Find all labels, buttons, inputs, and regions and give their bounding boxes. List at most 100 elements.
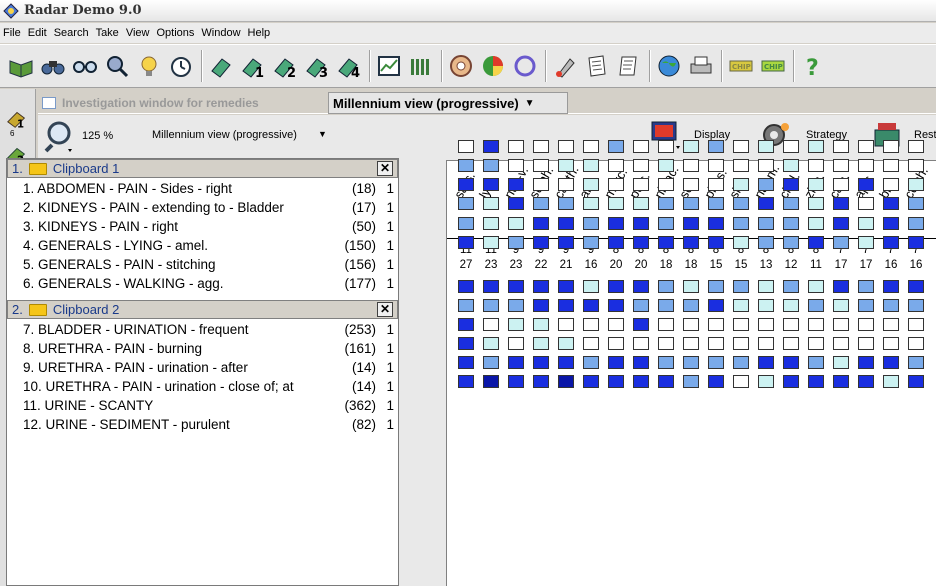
restrict-button[interactable]: Rest [872, 120, 936, 150]
grade-cell[interactable] [633, 356, 649, 369]
document-button[interactable] [614, 50, 644, 82]
grade-cell[interactable] [683, 318, 699, 331]
grade-cell[interactable] [683, 375, 699, 388]
grade-cell[interactable] [558, 197, 574, 210]
grade-cell[interactable] [808, 375, 824, 388]
grade-cell[interactable] [508, 337, 524, 350]
grade-cell[interactable] [558, 140, 574, 153]
grade-cell[interactable] [683, 159, 699, 172]
grade-cell[interactable] [558, 356, 574, 369]
grade-cell[interactable] [608, 299, 624, 312]
chip-button-1[interactable]: CHIP [726, 50, 756, 82]
grade-cell[interactable] [583, 217, 599, 230]
grade-cell[interactable] [683, 280, 699, 293]
clipboard-4-button[interactable]: 4 [334, 50, 364, 82]
grade-cell[interactable] [683, 337, 699, 350]
grade-cell[interactable] [808, 178, 824, 191]
grade-cell[interactable] [458, 178, 474, 191]
menu-edit[interactable]: Edit [25, 27, 51, 39]
grade-cell[interactable] [533, 197, 549, 210]
rubric-row[interactable]: 5. GENERALS - PAIN - stitching (156) 1 [23, 257, 398, 272]
grade-cell[interactable] [833, 236, 849, 249]
grade-cell[interactable] [783, 197, 799, 210]
grade-cell[interactable] [883, 217, 899, 230]
grade-cell[interactable] [508, 236, 524, 249]
grade-cell[interactable] [633, 318, 649, 331]
grade-cell[interactable] [633, 217, 649, 230]
grade-cell[interactable] [508, 140, 524, 153]
grade-cell[interactable] [583, 356, 599, 369]
grade-cell[interactable] [908, 236, 924, 249]
grade-cell[interactable] [883, 356, 899, 369]
grade-cell[interactable] [808, 236, 824, 249]
grade-cell[interactable] [758, 299, 774, 312]
pie-chart-button[interactable] [478, 50, 508, 82]
grade-cell[interactable] [808, 217, 824, 230]
graph-button[interactable] [374, 50, 404, 82]
grade-cell[interactable] [508, 280, 524, 293]
grade-cell[interactable] [908, 299, 924, 312]
grade-cell[interactable] [683, 197, 699, 210]
grade-cell[interactable] [883, 236, 899, 249]
grade-cell[interactable] [858, 337, 874, 350]
glasses-button[interactable] [70, 50, 100, 82]
grade-cell[interactable] [758, 375, 774, 388]
grade-cell[interactable] [908, 280, 924, 293]
grade-cell[interactable] [508, 178, 524, 191]
grade-cell[interactable] [558, 299, 574, 312]
grade-cell[interactable] [608, 356, 624, 369]
chip-button-2[interactable]: CHIP [758, 50, 788, 82]
close-icon[interactable]: ✕ [377, 302, 393, 317]
grade-cell[interactable] [908, 178, 924, 191]
grade-cell[interactable] [758, 236, 774, 249]
grade-cell[interactable] [658, 236, 674, 249]
grade-cell[interactable] [483, 236, 499, 249]
grade-cell[interactable] [533, 318, 549, 331]
grade-cell[interactable] [533, 337, 549, 350]
clipboard-1-button[interactable]: 1 [238, 50, 268, 82]
grade-cell[interactable] [858, 318, 874, 331]
grade-cell[interactable] [558, 159, 574, 172]
magnifier-button[interactable] [102, 50, 132, 82]
grade-cell[interactable] [833, 140, 849, 153]
menu-search[interactable]: Search [51, 27, 93, 39]
grade-cell[interactable] [808, 337, 824, 350]
grade-cell[interactable] [908, 197, 924, 210]
grade-cell[interactable] [608, 318, 624, 331]
grade-cell[interactable] [783, 356, 799, 369]
grade-cell[interactable] [483, 217, 499, 230]
grade-cell[interactable] [608, 159, 624, 172]
grade-cell[interactable] [708, 197, 724, 210]
grade-cell[interactable] [633, 197, 649, 210]
grade-cell[interactable] [583, 159, 599, 172]
grade-cell[interactable] [858, 356, 874, 369]
grade-cell[interactable] [533, 159, 549, 172]
grade-cell[interactable] [758, 280, 774, 293]
menu-options[interactable]: Options [153, 27, 198, 39]
grade-cell[interactable] [483, 140, 499, 153]
clipboard-take-button[interactable] [206, 50, 236, 82]
grade-cell[interactable] [608, 217, 624, 230]
grade-cell[interactable] [858, 140, 874, 153]
menu-file[interactable]: File [0, 27, 25, 39]
grade-cell[interactable] [833, 299, 849, 312]
grade-cell[interactable] [908, 375, 924, 388]
grade-cell[interactable] [758, 197, 774, 210]
grade-cell[interactable] [733, 280, 749, 293]
grade-cell[interactable] [483, 375, 499, 388]
grade-cell[interactable] [858, 217, 874, 230]
grade-cell[interactable] [908, 337, 924, 350]
tab-investigation[interactable]: Investigation window for remedies [38, 92, 323, 114]
grade-cell[interactable] [633, 140, 649, 153]
grade-cell[interactable] [733, 356, 749, 369]
grade-cell[interactable] [583, 280, 599, 293]
materia-medica-button[interactable] [582, 50, 612, 82]
grade-cell[interactable] [733, 178, 749, 191]
rubric-row[interactable]: 2. KIDNEYS - PAIN - extending to - Bladd… [23, 200, 398, 215]
grade-cell[interactable] [508, 217, 524, 230]
grade-cell[interactable] [633, 280, 649, 293]
grade-cell[interactable] [708, 236, 724, 249]
grade-cell[interactable] [883, 337, 899, 350]
grade-cell[interactable] [883, 280, 899, 293]
grade-cell[interactable] [733, 159, 749, 172]
